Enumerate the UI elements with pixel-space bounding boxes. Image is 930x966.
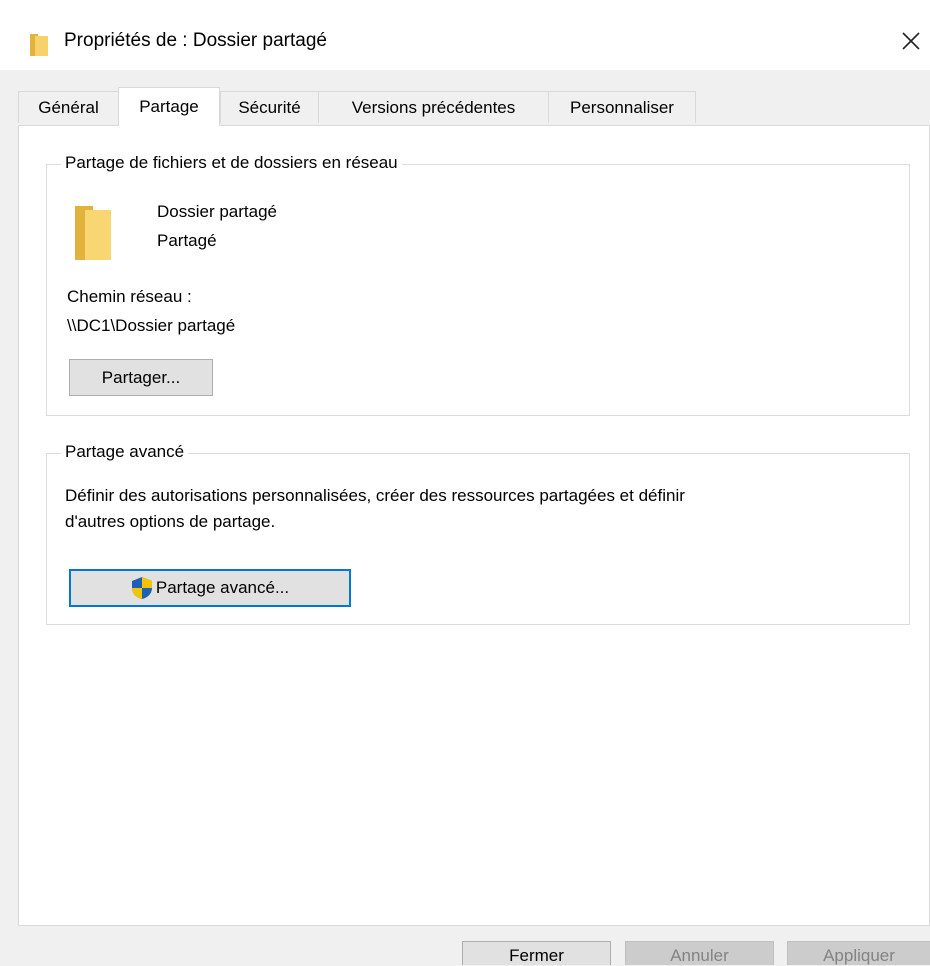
- folder-icon: [30, 34, 48, 61]
- network-sharing-group: Partage de fichiers et de dossiers en ré…: [46, 153, 910, 416]
- close-dialog-button[interactable]: Fermer: [462, 941, 611, 965]
- tab-customize[interactable]: Personnaliser: [548, 91, 696, 123]
- tab-security[interactable]: Sécurité: [220, 91, 319, 123]
- advanced-sharing-description-line-1: Définir des autorisations personnalisées…: [65, 486, 685, 505]
- tab-panel: Partage de fichiers et de dossiers en ré…: [18, 125, 930, 926]
- advanced-sharing-button[interactable]: Partage avancé...: [69, 569, 351, 607]
- folder-name: Dossier partagé: [157, 202, 278, 221]
- network-sharing-legend: Partage de fichiers et de dossiers en ré…: [61, 153, 402, 173]
- tab-sharing[interactable]: Partage: [118, 87, 220, 126]
- network-path-value: \\DC1\Dossier partagé: [67, 316, 236, 335]
- advanced-sharing-button-label: Partage avancé...: [155, 578, 290, 597]
- network-path-label: Chemin réseau :: [67, 287, 192, 306]
- share-button[interactable]: Partager...: [69, 359, 213, 396]
- close-button[interactable]: [892, 22, 930, 60]
- cancel-button[interactable]: Annuler: [625, 941, 774, 965]
- window-title: Propriétés de : Dossier partagé: [64, 30, 327, 51]
- advanced-sharing-description-line-2: d'autres options de partage.: [65, 512, 276, 531]
- apply-button[interactable]: Appliquer: [787, 941, 930, 965]
- close-icon: [902, 32, 920, 50]
- advanced-sharing-group: Partage avancé Définir des autorisations…: [46, 442, 910, 625]
- tab-general[interactable]: Général: [18, 91, 119, 123]
- tab-previous-versions[interactable]: Versions précédentes: [318, 91, 549, 123]
- advanced-sharing-legend: Partage avancé: [61, 442, 189, 462]
- title-bar: Propriétés de : Dossier partagé: [0, 8, 930, 70]
- folder-icon: [75, 206, 111, 265]
- window-top-edge: [0, 0, 930, 8]
- sharing-status: Partagé: [157, 231, 217, 250]
- uac-shield-icon: [131, 577, 152, 599]
